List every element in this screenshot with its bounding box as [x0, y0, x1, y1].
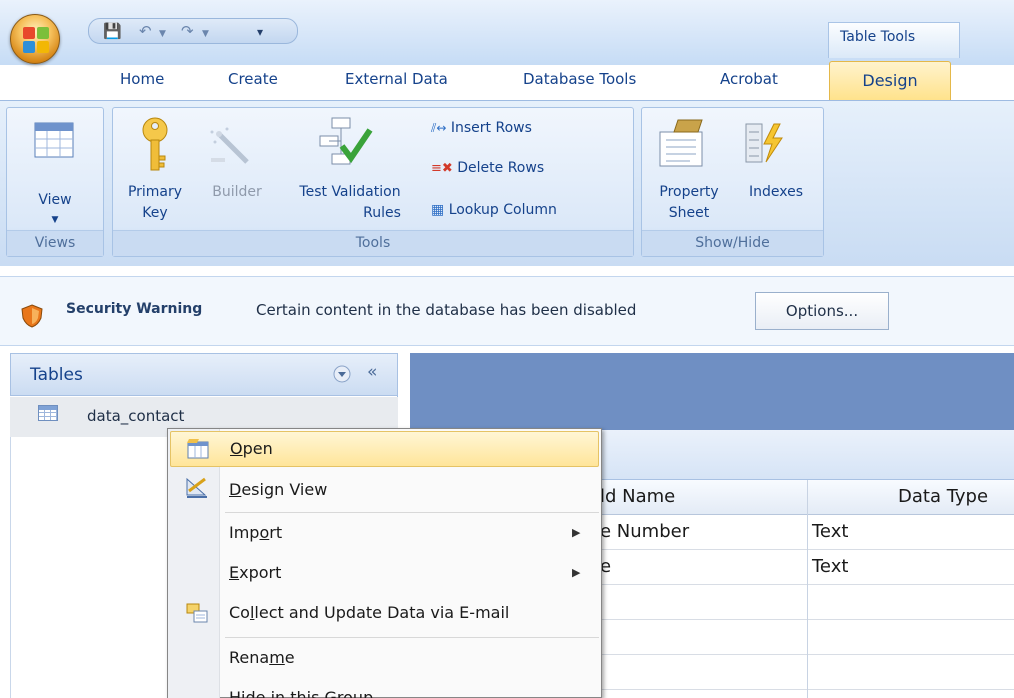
property-sheet-label-1: Property [659, 184, 719, 200]
open-table-icon [187, 439, 209, 459]
context-menu: Open Design View Import ▶ Export ▶ Colle… [167, 428, 602, 698]
tab-home[interactable]: Home [120, 70, 164, 88]
nav-pane-header[interactable]: Tables « [10, 353, 398, 396]
table-tools-context-label: Table Tools [828, 22, 960, 58]
data-type-cell[interactable]: Text [812, 521, 848, 542]
submenu-arrow-icon: ▶ [572, 526, 581, 539]
view-button[interactable]: View [7, 190, 103, 211]
group-title-show-hide: Show/Hide [642, 230, 823, 256]
menu-item-label: Import [229, 523, 283, 542]
tab-external-data[interactable]: External Data [345, 70, 448, 88]
property-sheet-label-2: Sheet [668, 205, 710, 221]
property-sheet-icon [659, 119, 703, 167]
lookup-column-button[interactable]: ▦ Lookup Column [431, 202, 557, 218]
menu-item-label: Rename [229, 648, 295, 667]
column-divider [807, 480, 808, 698]
menu-item-import[interactable]: Import ▶ [170, 516, 599, 552]
menu-item-label: Design View [229, 480, 328, 499]
office-logo-icon [23, 27, 49, 53]
redo-dropdown-icon[interactable]: ▼ [202, 26, 209, 42]
customize-qat-icon[interactable]: ▾ [257, 24, 263, 40]
tab-design[interactable]: Design [829, 61, 951, 101]
menu-item-design-view[interactable]: Design View [170, 473, 599, 509]
menu-item-label: Collect and Update Data via E-mail [229, 603, 510, 622]
document-tab-strip [600, 430, 1014, 480]
builder-button[interactable]: Builder [199, 182, 275, 203]
ribbon: View ▼ Views Primary Key Builder Test Va… [0, 100, 1014, 266]
view-dropdown-icon[interactable]: ▼ [7, 210, 103, 231]
security-warning-bar: Security Warning Certain content in the … [0, 276, 1014, 346]
data-type-header[interactable]: Data Type [898, 486, 988, 507]
tab-create[interactable]: Create [228, 70, 278, 88]
builder-icon [210, 127, 249, 164]
data-type-cell[interactable]: Text [812, 556, 848, 577]
menu-separator [225, 512, 599, 513]
primary-key-label-2: Key [142, 205, 168, 221]
insert-rows-button[interactable]: ⫽↔ Insert Rows [431, 120, 532, 136]
test-validation-rules-button[interactable]: Test Validation Rules [275, 182, 425, 224]
workspace-background [410, 353, 1014, 430]
test-validation-label-2: Rules [363, 205, 401, 221]
menu-item-label: Hide in this Group [229, 688, 374, 698]
group-title-views: Views [7, 230, 103, 256]
field-name-header[interactable]: ld Name [600, 486, 675, 507]
shield-icon [21, 304, 43, 328]
datasheet-view-icon [34, 122, 74, 158]
collect-data-icon [186, 603, 208, 623]
design-view-icon [186, 477, 207, 498]
indexes-button[interactable]: Indexes [736, 182, 816, 203]
lookup-column-icon: ▦ [431, 202, 445, 218]
lookup-column-label: Lookup Column [448, 202, 557, 218]
primary-key-icon [142, 117, 168, 171]
field-name-cell[interactable]: e Number [600, 521, 689, 542]
undo-dropdown-icon[interactable]: ▼ [159, 26, 166, 42]
group-tools: Primary Key Builder Test Validation Rule… [112, 107, 634, 257]
security-warning-message: Certain content in the database has been… [256, 301, 637, 319]
group-views: View ▼ Views [6, 107, 104, 257]
nav-collapse-icon[interactable]: « [367, 362, 377, 382]
primary-key-button[interactable]: Primary Key [113, 182, 197, 224]
menu-item-rename[interactable]: Rename [170, 641, 599, 677]
indexes-icon [745, 123, 783, 163]
table-icon [38, 405, 58, 421]
test-validation-label-1: Test Validation [299, 184, 401, 200]
redo-icon[interactable]: ↷ [181, 23, 194, 39]
nav-item-label: data_contact [87, 407, 185, 425]
quick-access-toolbar: 💾 ↶ ▼ ↷ ▼ ▾ [88, 18, 298, 44]
property-sheet-button[interactable]: Property Sheet [642, 182, 736, 224]
group-show-hide: Property Sheet Indexes Show/Hide [641, 107, 824, 257]
nav-dropdown-icon[interactable] [333, 365, 351, 383]
group-title-tools: Tools [113, 230, 633, 256]
insert-rows-label: Insert Rows [450, 120, 532, 136]
insert-rows-icon: ⫽↔ [431, 121, 447, 135]
tab-acrobat[interactable]: Acrobat [720, 70, 778, 88]
security-warning-title: Security Warning [66, 301, 203, 317]
delete-rows-button[interactable]: ≡✖ Delete Rows [431, 160, 544, 176]
nav-pane-title: Tables [30, 365, 83, 385]
menu-item-collect-update-data[interactable]: Collect and Update Data via E-mail [170, 596, 599, 632]
submenu-arrow-icon: ▶ [572, 566, 581, 579]
menu-item-export[interactable]: Export ▶ [170, 556, 599, 592]
office-button[interactable] [10, 14, 60, 64]
menu-item-open[interactable]: Open [170, 431, 599, 467]
menu-item-label: Open [230, 439, 273, 458]
delete-rows-label: Delete Rows [457, 160, 545, 176]
menu-item-label: Export [229, 563, 282, 582]
test-validation-icon [319, 117, 373, 165]
menu-item-hide-in-group[interactable]: Hide in this Group [170, 681, 599, 698]
title-bar: 💾 ↶ ▼ ↷ ▼ ▾ Table Tools [0, 0, 1014, 65]
primary-key-label-1: Primary [127, 184, 183, 200]
menu-separator [225, 637, 599, 638]
tab-database-tools[interactable]: Database Tools [523, 70, 636, 88]
nav-pane-edge [10, 437, 11, 698]
options-button[interactable]: Options... [755, 292, 889, 330]
save-icon[interactable]: 💾 [103, 23, 122, 39]
delete-rows-icon: ≡✖ [431, 161, 453, 176]
undo-icon[interactable]: ↶ [139, 23, 152, 39]
